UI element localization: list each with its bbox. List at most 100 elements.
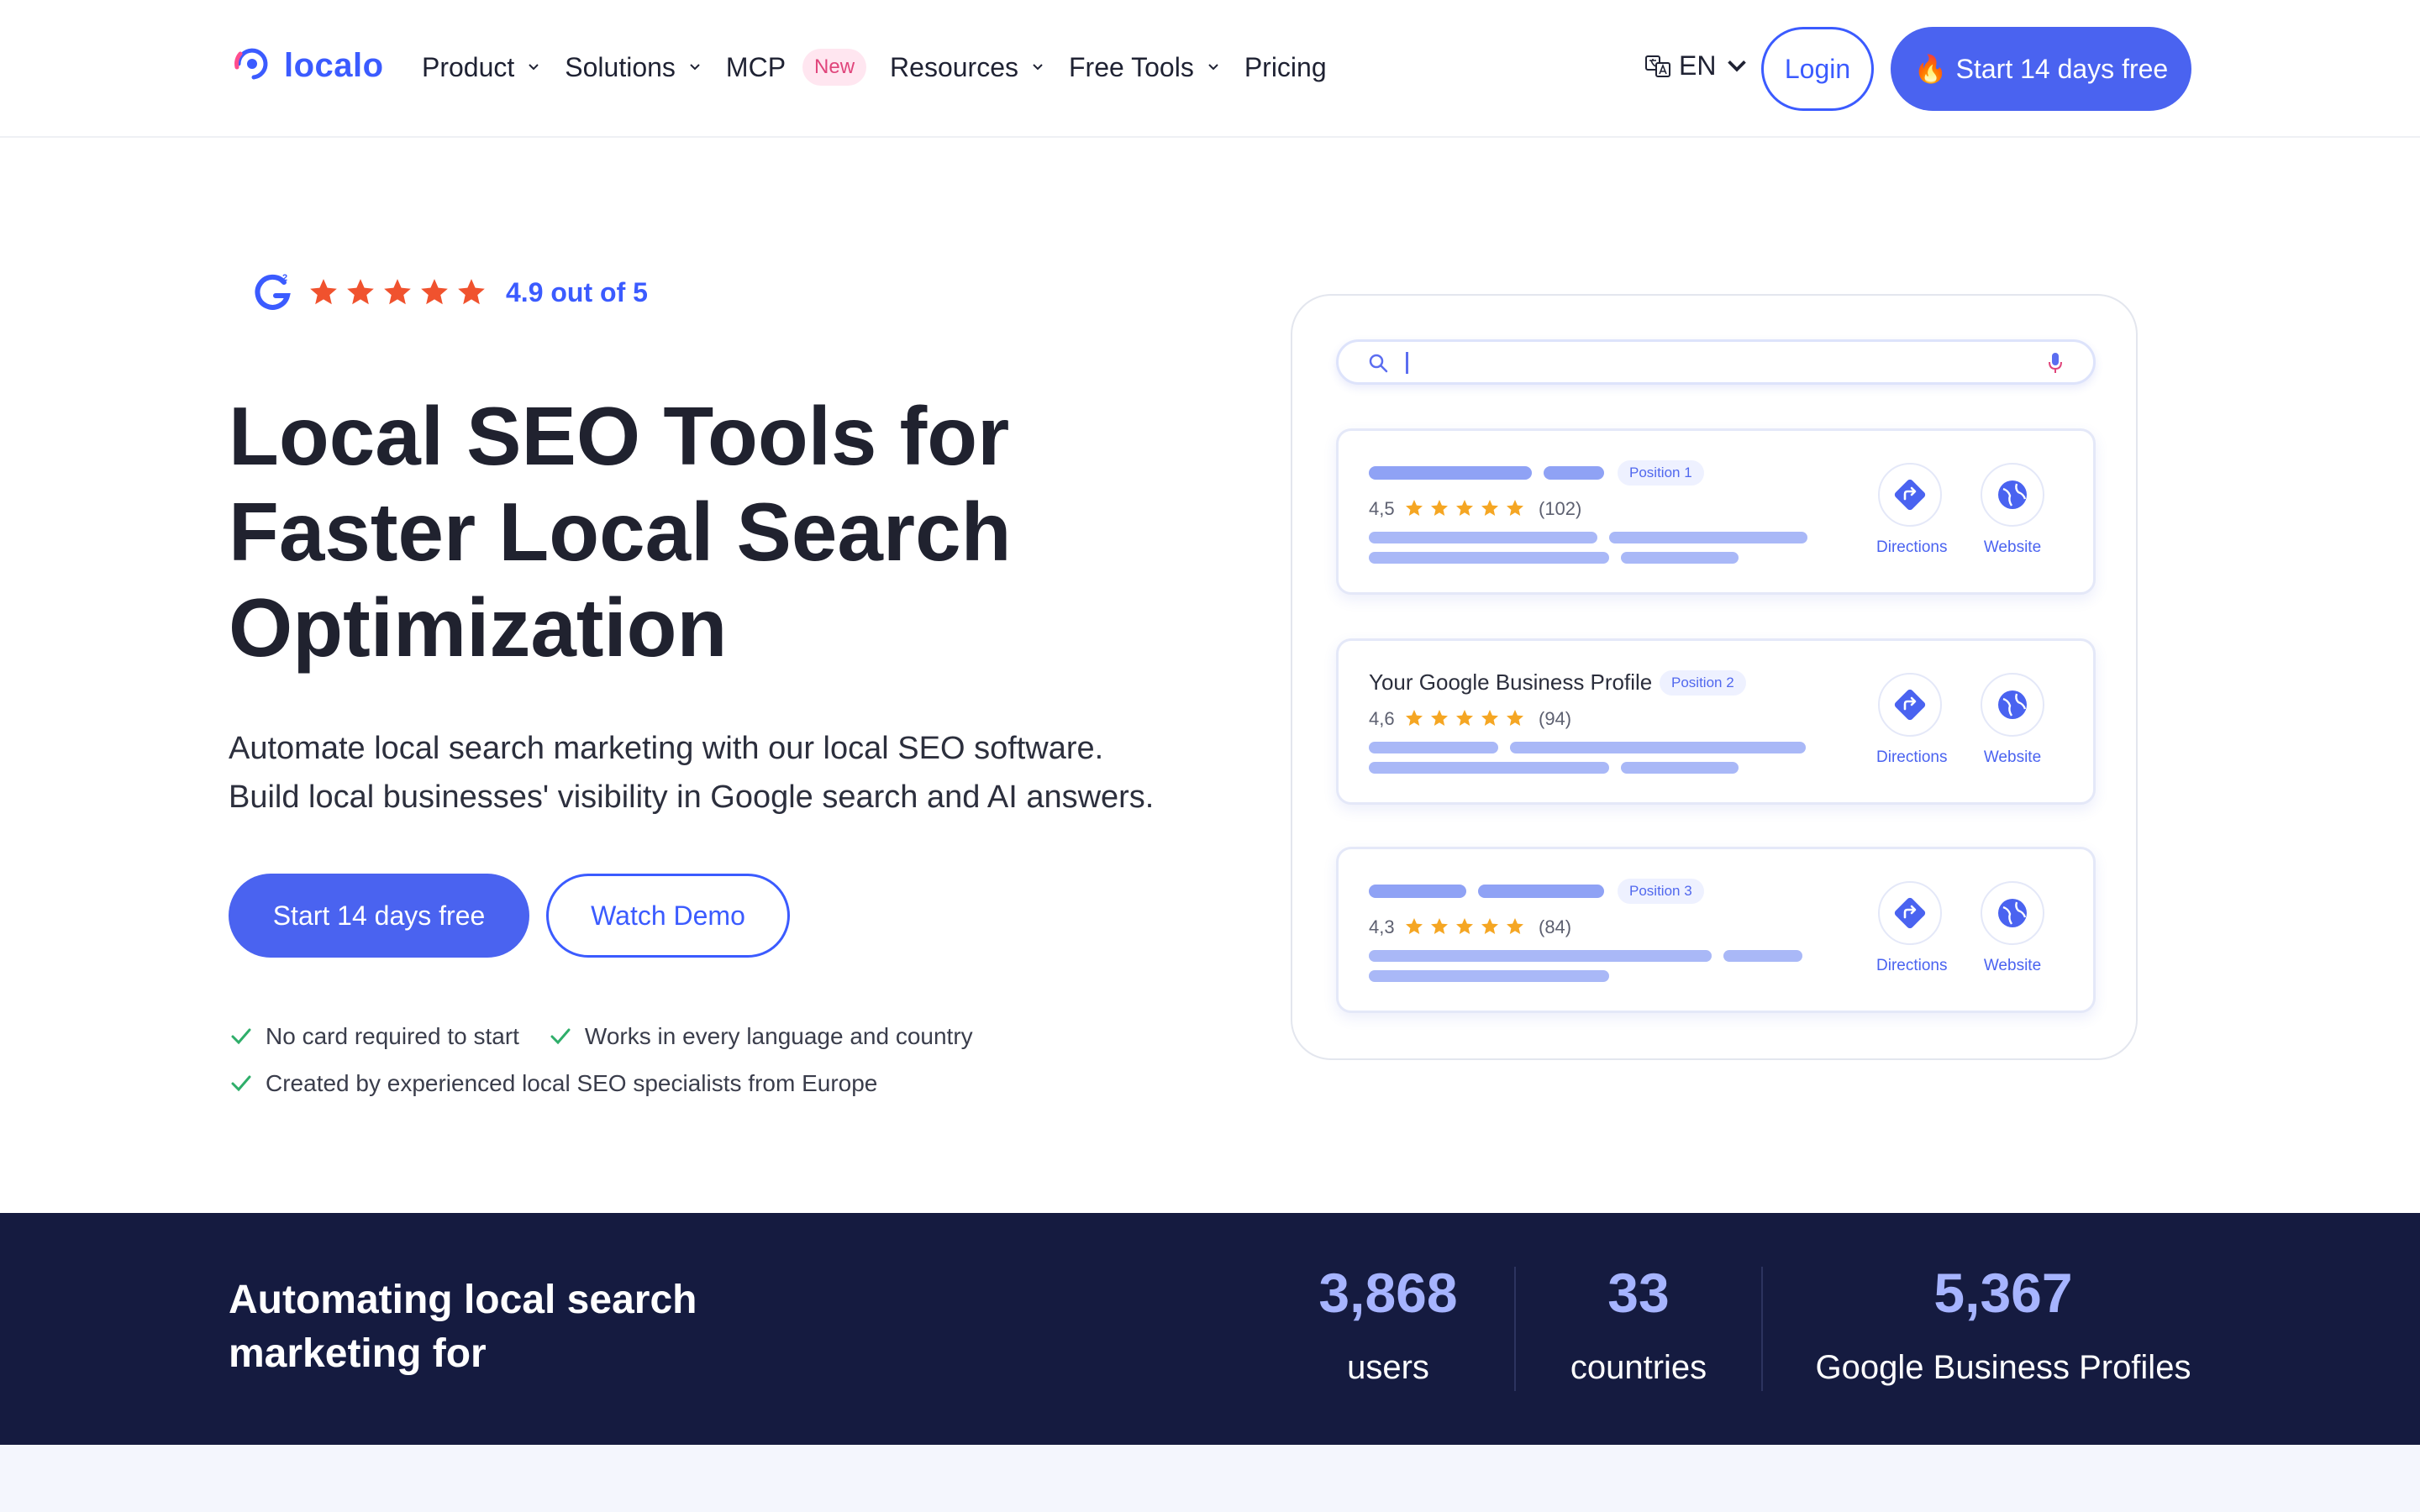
star-icon <box>1507 918 1523 934</box>
website-label: Website <box>1983 538 2042 556</box>
placeholder-bar <box>1369 885 1466 898</box>
stats-title-line: Automating local search <box>229 1278 697 1322</box>
star-icon <box>1406 918 1423 934</box>
search-icon <box>1369 354 1388 373</box>
benefit-item: Works in every language and country <box>548 1023 973 1050</box>
placeholder-bar <box>1369 742 1498 753</box>
stats-title: Automating local search marketing for <box>229 1273 817 1381</box>
directions-icon <box>1894 689 1926 721</box>
star-icon <box>421 279 448 305</box>
stat-value: 33 <box>1607 1262 1670 1324</box>
nav-free-tools-label: Free Tools <box>1069 51 1194 82</box>
nav-product[interactable]: Product <box>422 52 541 83</box>
result-card-2: Your Google Business Profile Position 2 … <box>1336 638 2096 805</box>
chevron-down-icon <box>1208 64 1218 71</box>
star-icon <box>384 279 411 305</box>
stat-countries: 33 countries <box>1555 1262 1723 1386</box>
directions-action[interactable]: Directions <box>1876 881 1948 975</box>
start-trial-button[interactable]: Start 14 days free <box>229 874 529 958</box>
check-icon <box>231 1075 251 1092</box>
stat-label: Google Business Profiles <box>1815 1349 2191 1386</box>
directions-label: Directions <box>1876 748 1948 766</box>
nav-solutions-label: Solutions <box>565 51 676 82</box>
rating-stars <box>308 276 487 308</box>
benefit-text: No card required to start <box>266 1023 519 1049</box>
rating-value: 4,6 <box>1369 708 1395 729</box>
result-stars <box>1404 916 1525 937</box>
stats-title-line: marketing for <box>229 1331 487 1376</box>
star-icon <box>1507 710 1523 726</box>
nav-mcp[interactable]: MCP <box>726 52 786 83</box>
placeholder-bar <box>1544 466 1604 480</box>
g2-logo: 2 <box>255 273 291 310</box>
placeholder-bar <box>1723 950 1802 962</box>
login-button[interactable]: Login <box>1761 27 1874 111</box>
stat-value: 5,367 <box>1933 1262 2073 1324</box>
star-icon <box>1406 710 1423 726</box>
check-icon <box>550 1028 571 1045</box>
watch-demo-button[interactable]: Watch Demo <box>546 874 790 958</box>
header-start-trial-label: Start 14 days free <box>1955 53 2169 84</box>
chevron-down-icon <box>690 64 700 71</box>
nav-free-tools[interactable]: Free Tools <box>1069 52 1221 83</box>
placeholder-bar <box>1621 762 1739 774</box>
position-badge: Position 1 <box>1618 460 1704 486</box>
text-caret <box>1406 352 1408 374</box>
rating-text: 4.9 out of 5 <box>506 276 648 307</box>
rating-value: 4,3 <box>1369 916 1395 937</box>
review-count: (102) <box>1539 498 1582 519</box>
globe-icon <box>1998 899 2027 927</box>
nav-pricing-label: Pricing <box>1244 51 1327 82</box>
website-action[interactable]: Website <box>1979 463 2046 557</box>
hero-subtitle-line: Automate local search marketing with our… <box>229 731 1104 766</box>
website-action[interactable]: Website <box>1979 673 2046 767</box>
star-icon <box>1431 710 1448 726</box>
star-icon <box>458 279 485 305</box>
star-icon <box>1481 918 1498 934</box>
header-start-trial-button[interactable]: 🔥 Start 14 days free <box>1891 27 2191 111</box>
website-label: Website <box>1983 957 2042 974</box>
placeholder-bar <box>1478 885 1604 898</box>
nav-solutions[interactable]: Solutions <box>565 52 702 83</box>
nav-resources[interactable]: Resources <box>890 52 1045 83</box>
nav-resources-label: Resources <box>890 51 1018 82</box>
localo-logo[interactable]: localo <box>229 42 384 89</box>
website-circle <box>1981 673 2044 737</box>
review-count: (84) <box>1539 916 1572 937</box>
benefit-text: Works in every language and country <box>584 1023 973 1049</box>
website-action[interactable]: Website <box>1979 881 2046 975</box>
placeholder-bar <box>1369 970 1609 982</box>
hero-subtitle-line: Build local businesses' visibility in Go… <box>229 780 1155 815</box>
new-badge: New <box>802 49 867 86</box>
star-icon <box>310 279 337 305</box>
star-icon <box>1507 500 1523 516</box>
language-selector[interactable]: EN <box>1644 50 1751 81</box>
svg-text:2: 2 <box>282 273 287 283</box>
stat-label: users <box>1347 1349 1429 1386</box>
directions-label: Directions <box>1876 957 1948 974</box>
directions-circle <box>1878 463 1942 527</box>
chevron-down-icon <box>1728 60 1747 71</box>
benefit-item: No card required to start <box>229 1023 519 1050</box>
microphone-icon <box>2049 353 2062 373</box>
hero-title-line: Local SEO Tools for <box>229 390 1010 482</box>
directions-circle <box>1878 881 1942 945</box>
directions-icon <box>1894 897 1926 929</box>
stat-value: 3,868 <box>1318 1262 1458 1324</box>
placeholder-bar <box>1369 950 1712 962</box>
stat-divider <box>1514 1267 1516 1391</box>
star-icon <box>1431 918 1448 934</box>
placeholder-bar <box>1369 552 1609 564</box>
g2-rating[interactable]: 2 4.9 out of 5 <box>252 270 648 314</box>
next-section-strip <box>0 1445 2420 1512</box>
benefits-row: No card required to start Works in every… <box>229 1013 1002 1060</box>
language-label: EN <box>1679 50 1717 81</box>
rating-value: 4,5 <box>1369 498 1395 519</box>
mock-search-bar <box>1336 339 2096 385</box>
start-trial-label: Start 14 days free <box>272 900 486 931</box>
star-icon <box>347 279 374 305</box>
nav-pricing[interactable]: Pricing <box>1244 52 1327 83</box>
directions-action[interactable]: Directions <box>1876 463 1947 557</box>
globe-icon <box>1998 690 2027 719</box>
directions-action[interactable]: Directions <box>1876 673 1948 767</box>
